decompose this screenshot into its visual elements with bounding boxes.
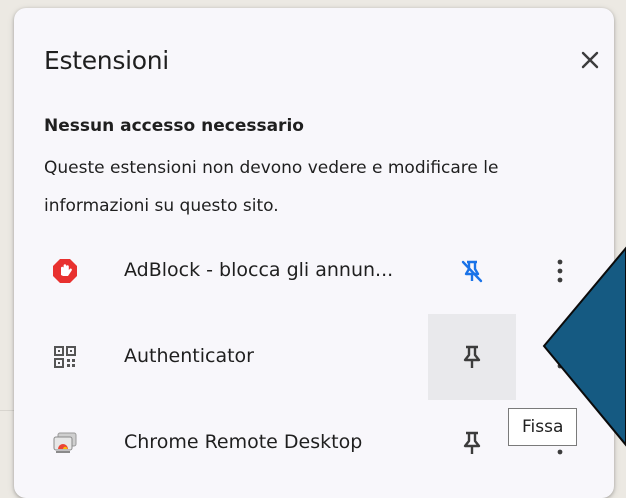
more-vert-icon: [557, 345, 563, 369]
close-icon: [581, 51, 599, 69]
pin-tooltip: Fissa: [508, 408, 578, 446]
adblock-icon: [52, 258, 78, 284]
authenticator-icon: [52, 344, 78, 370]
close-button[interactable]: [572, 42, 608, 78]
extension-name: AdBlock - blocca gli annun...: [124, 259, 394, 281]
section-heading: Nessun accesso necessario: [44, 116, 304, 136]
more-options-button[interactable]: [544, 228, 576, 314]
pin-button[interactable]: [428, 400, 516, 486]
extension-row-authenticator: Authenticator: [14, 314, 614, 400]
section-description: Queste estensioni non devono vedere e mo…: [44, 158, 499, 216]
chrome-remote-desktop-icon: [52, 430, 78, 456]
more-vert-icon: [557, 259, 563, 283]
extension-name: Authenticator: [124, 345, 254, 367]
extension-row-adblock: AdBlock - blocca gli annun...: [14, 228, 614, 314]
extension-name: Chrome Remote Desktop: [124, 431, 363, 453]
unpin-icon: [461, 260, 483, 283]
pin-button[interactable]: [428, 314, 516, 400]
unpin-button[interactable]: [428, 228, 516, 314]
pin-icon: [463, 431, 481, 454]
more-options-button[interactable]: [544, 314, 576, 400]
pin-icon: [463, 345, 481, 368]
panel-title: Estensioni: [44, 46, 169, 75]
